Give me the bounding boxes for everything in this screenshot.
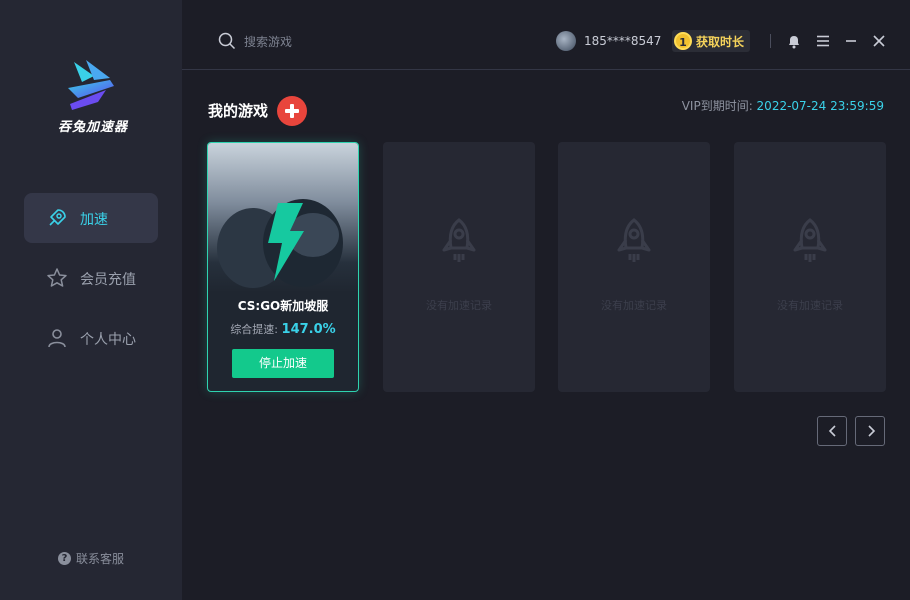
sidebar-item-profile[interactable]: 个人中心 — [24, 313, 158, 363]
prev-page-button[interactable] — [817, 416, 847, 446]
game-card-active[interactable]: CS:GO新加坡服 综合提速: 147.0% 停止加速 — [207, 142, 359, 392]
add-game-button[interactable] — [277, 96, 307, 126]
chevron-right-icon — [868, 425, 876, 437]
game-card-empty: 没有加速记录 — [734, 142, 886, 392]
close-icon[interactable] — [871, 33, 887, 49]
game-cover-image — [208, 143, 358, 293]
vip-label: VIP到期时间: — [681, 99, 757, 113]
game-name: CS:GO新加坡服 — [237, 299, 329, 313]
chevron-left-icon — [828, 425, 836, 437]
top-bar: 搜索游戏 185****8547 1 获取时长 — [182, 0, 910, 70]
rocket-icon — [793, 218, 827, 262]
vip-date: 2022-07-24 23:59:59 — [756, 99, 884, 113]
sidebar-item-label: 加速 — [80, 212, 108, 228]
avatar — [556, 31, 576, 51]
empty-slot-text: 没有加速记录 — [601, 299, 667, 312]
stop-accelerate-button[interactable]: 停止加速 — [232, 349, 334, 378]
user-account[interactable]: 185****8547 — [556, 31, 661, 51]
rabbit-logo-icon — [68, 60, 114, 110]
rocket-icon — [49, 209, 66, 226]
menu-icon[interactable] — [815, 33, 831, 49]
rocket-icon — [617, 218, 651, 262]
bell-icon[interactable] — [786, 33, 802, 49]
page-title: 我的游戏 — [208, 102, 269, 120]
search-icon — [218, 32, 236, 50]
minimize-icon[interactable] — [843, 33, 859, 49]
search-box[interactable]: 搜索游戏 — [218, 32, 292, 50]
sidebar-item-label: 会员充值 — [80, 272, 136, 288]
get-time-button[interactable]: 1 获取时长 — [672, 30, 751, 52]
next-page-button[interactable] — [855, 416, 885, 446]
coin-icon: 1 — [674, 32, 692, 50]
app-name: 吞兔加速器 — [57, 120, 128, 135]
user-icon — [48, 329, 66, 348]
game-card-empty: 没有加速记录 — [383, 142, 535, 392]
game-art-icon — [217, 199, 343, 288]
star-icon — [47, 268, 67, 287]
contact-support-link[interactable]: ? 联系客服 — [58, 550, 124, 567]
sidebar-item-membership[interactable]: 会员充值 — [24, 253, 158, 303]
get-time-label: 获取时长 — [696, 34, 745, 49]
vip-expiry: VIP到期时间: 2022-07-24 23:59:59 — [682, 97, 884, 114]
user-phone: 185****8547 — [584, 34, 662, 48]
divider — [770, 34, 771, 48]
sidebar: 吞兔加速器 加速 会员充值 个人中心 ? 联系客服 — [0, 0, 182, 600]
help-icon: ? — [58, 552, 71, 565]
game-card-empty: 没有加速记录 — [558, 142, 710, 392]
support-label: 联系客服 — [76, 552, 125, 566]
boost-info: 综合提速: 147.0% — [208, 321, 358, 337]
search-placeholder: 搜索游戏 — [244, 34, 293, 49]
rocket-icon — [442, 218, 476, 262]
sidebar-item-accelerate[interactable]: 加速 — [24, 193, 158, 243]
boost-label: 综合提速: — [230, 323, 279, 336]
sidebar-item-label: 个人中心 — [80, 332, 136, 348]
boost-value: 147.0% — [281, 322, 336, 337]
empty-slot-text: 没有加速记录 — [426, 299, 492, 312]
app-logo: 吞兔加速器 — [48, 58, 138, 138]
empty-slot-text: 没有加速记录 — [777, 299, 843, 312]
